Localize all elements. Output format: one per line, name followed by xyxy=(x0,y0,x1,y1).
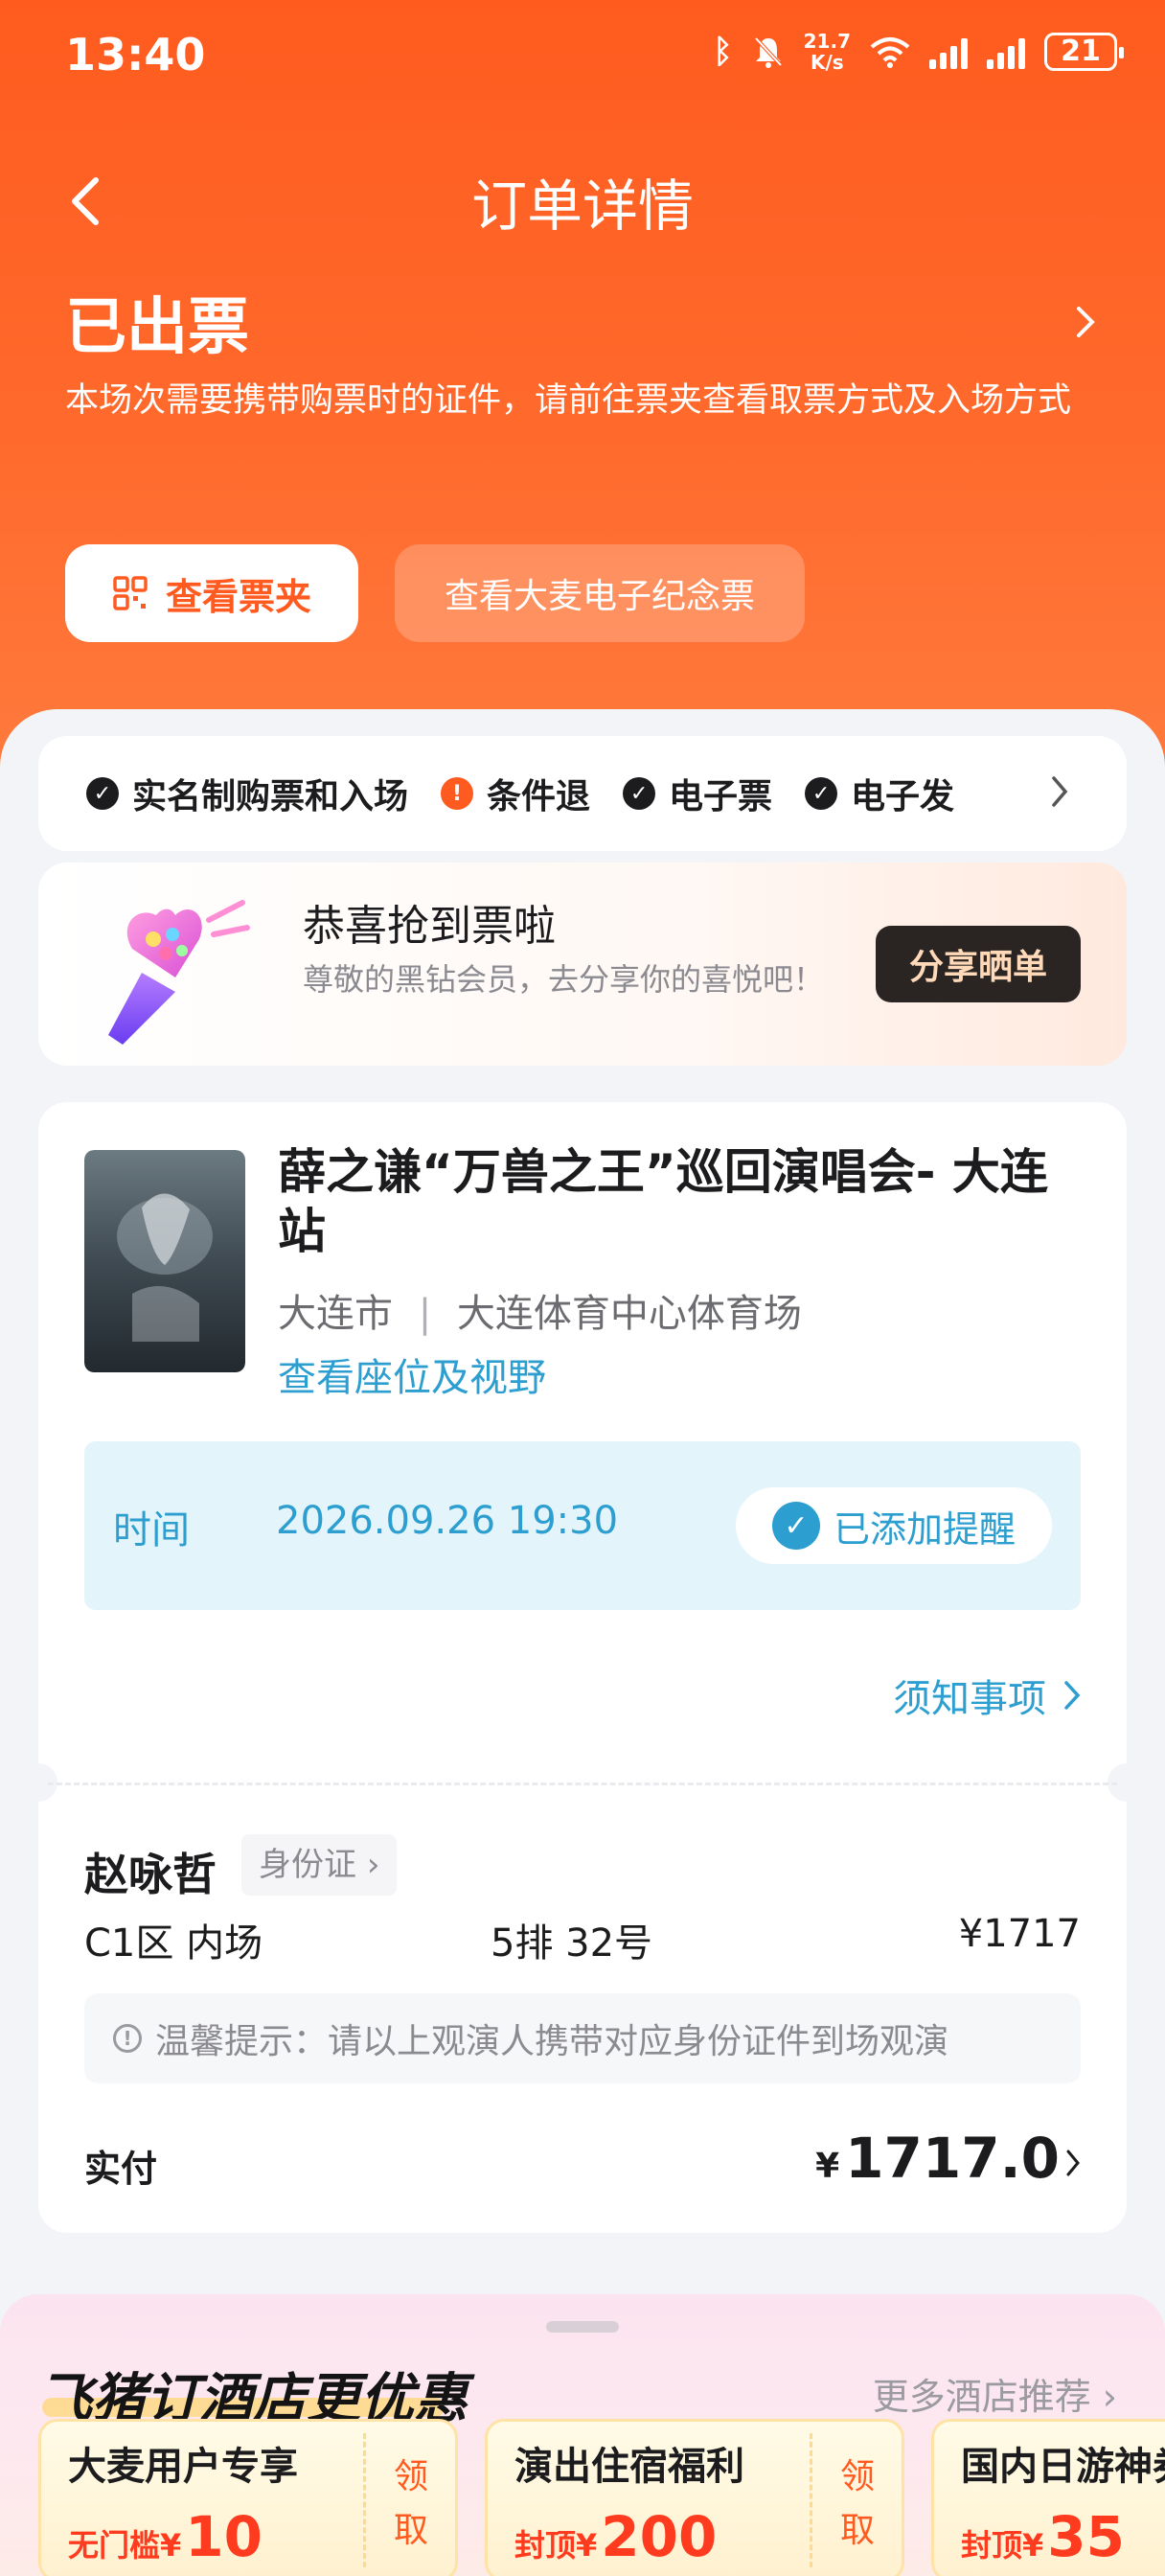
id-type-tag[interactable]: 身份证 › xyxy=(241,1834,398,1896)
show-venue: 大连体育中心体育场 xyxy=(456,1292,802,1336)
more-hotels-link[interactable]: 更多酒店推荐 › xyxy=(873,2367,1117,2420)
reminder-added-button[interactable]: ✓ 已添加提醒 xyxy=(736,1487,1052,1564)
chevron-right-icon xyxy=(1064,1681,1081,1710)
time-label: 时间 xyxy=(113,1508,190,1552)
info-icon: ! xyxy=(113,2024,142,2053)
ticket-status-title[interactable]: 已出票 xyxy=(65,278,249,366)
status-bar: 13:40 ᛒ 21.7 K/s 21 xyxy=(0,0,1165,115)
reminder-label: 已添加提醒 xyxy=(833,1507,1016,1551)
claim-coupon-button[interactable]: 领取 xyxy=(829,2450,886,2558)
order-card: 薛之谦“万兽之王”巡回演唱会- 大连站 大连市 | 大连体育中心体育场 查看座位… xyxy=(19,1102,1146,2233)
view-seat-link[interactable]: 查看座位及视野 xyxy=(278,1346,546,1402)
battery-icon: 21 xyxy=(1044,33,1124,71)
paid-amount[interactable]: ¥ 1717.0 xyxy=(815,2126,1081,2191)
order-header: 13:40 ᛒ 21.7 K/s 21 订单详情 已出票 本场次需要携带购票时的… xyxy=(0,0,1165,786)
ticket-wallet-icon xyxy=(113,576,148,610)
show-title[interactable]: 薛之谦“万兽之王”巡回演唱会- 大连站 xyxy=(278,1142,1092,1261)
warm-tip-text: 温馨提示：请以上观演人携带对应身份证件到场观演 xyxy=(155,2022,949,2061)
coupon-name: 国内日游神券 xyxy=(961,2445,1165,2489)
check-circle-icon: ✓ xyxy=(86,777,119,810)
ticket-holder-name: 赵咏哲 xyxy=(84,1849,217,1900)
page-title: 订单详情 xyxy=(470,173,694,239)
ticket-status-description: 本场次需要携带购票时的证件，请前往票夹查看取票方式及入场方式 xyxy=(65,381,1072,420)
feature-tags-bar[interactable]: ✓ 实名制购票和入场 ! 条件退 ✓ 电子票 ✓ 电子发 xyxy=(38,736,1127,851)
claim-coupon-button[interactable]: 领取 xyxy=(382,2450,440,2558)
warm-tip: ! 温馨提示：请以上观演人携带对应身份证件到场观演 xyxy=(84,1993,1081,2083)
chevron-right-icon xyxy=(1066,2150,1080,2176)
ticket-price: ¥1717 xyxy=(958,1912,1081,1956)
seat-zone: C1区 内场 xyxy=(84,1921,263,1966)
view-souvenir-ticket-button[interactable]: 查看大麦电子纪念票 xyxy=(395,544,805,642)
congrats-title: 恭喜抢到票啦 xyxy=(303,902,556,951)
share-order-button[interactable]: 分享晒单 xyxy=(876,926,1081,1002)
chevron-right-icon[interactable] xyxy=(1073,303,1098,341)
coupon-card[interactable]: 演出住宿福利 封顶¥ 200 领取 xyxy=(485,2419,904,2576)
chevron-right-icon: › xyxy=(1090,2376,1117,2418)
lightstick-illustration xyxy=(108,900,250,1045)
view-souvenir-label: 查看大麦电子纪念票 xyxy=(444,577,755,616)
paid-label: 实付 xyxy=(84,2148,158,2190)
alert-circle-icon: ! xyxy=(441,777,474,810)
chevron-right-icon[interactable] xyxy=(1050,774,1069,809)
feature-tag: ! 条件退 xyxy=(441,769,590,818)
coupon-divider xyxy=(363,2433,366,2567)
check-circle-icon: ✓ xyxy=(805,777,838,810)
coupon-card[interactable]: 国内日游神券 封顶¥ 35 领取 xyxy=(931,2419,1165,2576)
show-city: 大连市 xyxy=(278,1292,393,1336)
congrats-banner: 恭喜抢到票啦 尊敬的黑钻会员，去分享你的喜悦吧！ 分享晒单 xyxy=(38,862,1127,1066)
location-divider: | xyxy=(418,1292,432,1336)
status-icons: ᛒ 21.7 K/s 21 xyxy=(713,30,1124,74)
hotel-promo-panel: 飞猪订酒店更优惠 更多酒店推荐 › 大麦用户专享 无门槛¥ 10 领取 演出住宿… xyxy=(0,2294,1165,2576)
congrats-subtitle: 尊敬的黑钻会员，去分享你的喜悦吧！ xyxy=(303,961,825,998)
feature-tag: ✓ 电子票 xyxy=(623,769,772,818)
signal-icon-2 xyxy=(987,34,1025,69)
check-circle-icon: ✓ xyxy=(623,777,656,810)
coupon-name: 大麦用户专享 xyxy=(68,2445,298,2489)
feature-tag: ✓ 电子发 xyxy=(805,769,954,818)
ticket-divider xyxy=(48,1782,1117,1785)
view-wallet-label: 查看票夹 xyxy=(165,575,311,618)
view-wallet-button[interactable]: 查看票夹 xyxy=(65,544,358,642)
bluetooth-icon: ᛒ xyxy=(713,33,733,71)
coupon-value: 封顶¥ 200 xyxy=(514,2504,718,2569)
drag-handle[interactable] xyxy=(546,2321,619,2333)
coupon-card[interactable]: 大麦用户专享 无门槛¥ 10 领取 xyxy=(38,2419,458,2576)
show-time-box: 时间 2026.09.26 19:30 ✓ 已添加提醒 xyxy=(84,1441,1081,1610)
mute-bell-icon xyxy=(754,36,783,68)
show-location: 大连市 | 大连体育中心体育场 xyxy=(278,1282,802,1338)
signal-icon xyxy=(929,34,968,69)
coupon-value: 封顶¥ 35 xyxy=(961,2504,1125,2569)
coupon-value: 无门槛¥ 10 xyxy=(68,2504,263,2569)
feature-tag: ✓ 实名制购票和入场 xyxy=(86,769,408,818)
currency-symbol: ¥ xyxy=(815,2147,840,2186)
wifi-icon xyxy=(870,37,910,68)
coupon-name: 演出住宿福利 xyxy=(514,2445,744,2489)
network-speed: 21.7 K/s xyxy=(803,30,851,74)
check-circle-icon: ✓ xyxy=(771,1502,820,1550)
paid-amount-value: 1717.0 xyxy=(845,2126,1060,2191)
seat-row-number: 5排 32号 xyxy=(491,1921,653,1966)
chevron-right-icon: › xyxy=(366,1846,380,1884)
coupon-divider xyxy=(810,2433,812,2567)
status-time: 13:40 xyxy=(65,29,206,80)
show-poster-image[interactable] xyxy=(84,1150,245,1372)
time-value: 2026.09.26 19:30 xyxy=(276,1499,619,1543)
notice-link[interactable]: 须知事项 xyxy=(893,1668,1081,1723)
